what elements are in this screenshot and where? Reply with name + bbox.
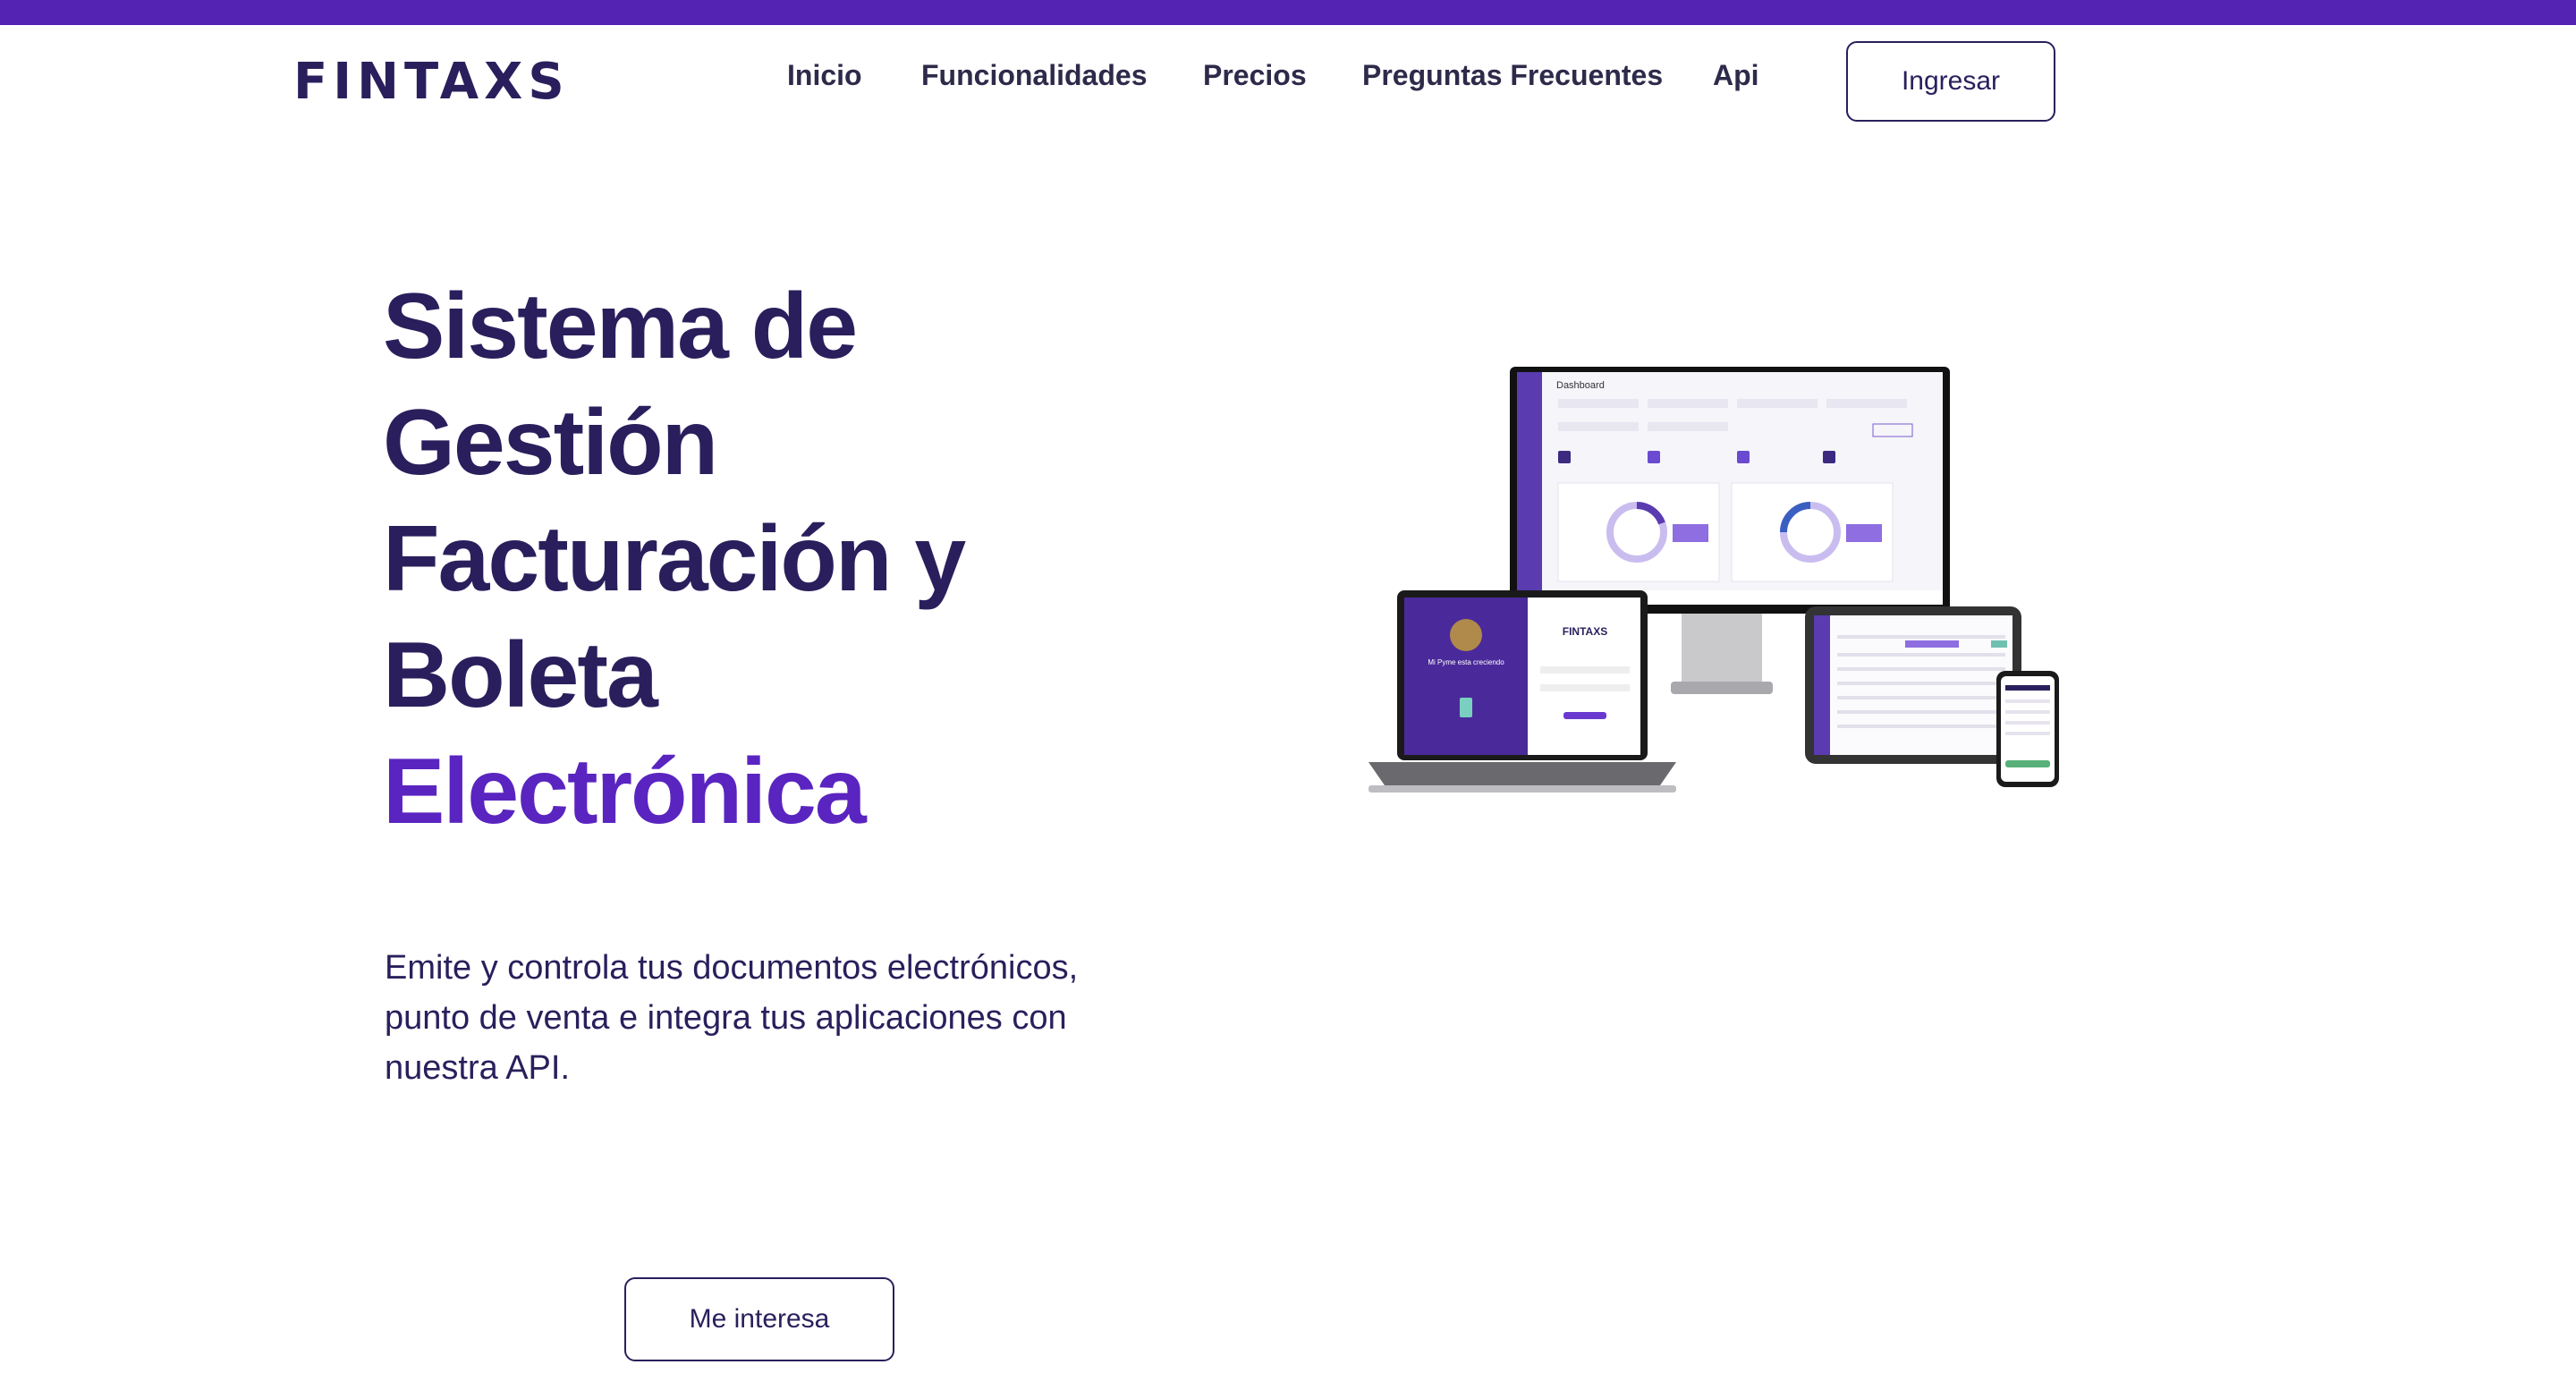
phone-illustration [1996,671,2059,787]
hero-title-line-3: Facturación y [383,507,966,611]
dashboard-title: Dashboard [1556,380,1605,391]
hero-title-line-1: Sistema de [383,275,858,378]
hero-subtitle: Emite y controla tus documentos electrón… [385,949,1079,1087]
hero-title: Sistema de Gestión Facturación y Boleta … [383,268,966,850]
tablet-illustration [1805,606,2021,764]
me-interesa-button[interactable]: Me interesa [624,1277,894,1361]
hero-title-accent: Electrónica [383,740,867,843]
laptop-illustration: Mi Pyme esta creciendo FINTAXS [1368,590,1676,792]
hero-title-line-4: Boleta [383,623,658,727]
logo-text: FINTAXS [293,53,570,111]
laptop-brand: FINTAXS [1563,625,1607,638]
nav-item-funcionalidades[interactable]: Funcionalidades [921,55,1147,95]
nav-item-preguntas-frecuentes[interactable]: Preguntas Frecuentes [1362,55,1663,95]
top-accent-bar [0,0,2576,25]
laptop-tagline: Mi Pyme esta creciendo [1428,658,1504,666]
login-button[interactable]: Ingresar [1846,41,2055,122]
nav-item-api[interactable]: Api [1713,55,1759,95]
hero-title-line-2: Gestión [383,391,718,495]
nav-item-precios[interactable]: Precios [1203,55,1307,95]
brand-logo[interactable]: FINTAXS [293,55,570,109]
devices-mockup-image: Dashboard Mi Pyme esta creciendo FINTAXS [1368,367,2059,792]
nav-item-inicio[interactable]: Inicio [787,55,862,95]
